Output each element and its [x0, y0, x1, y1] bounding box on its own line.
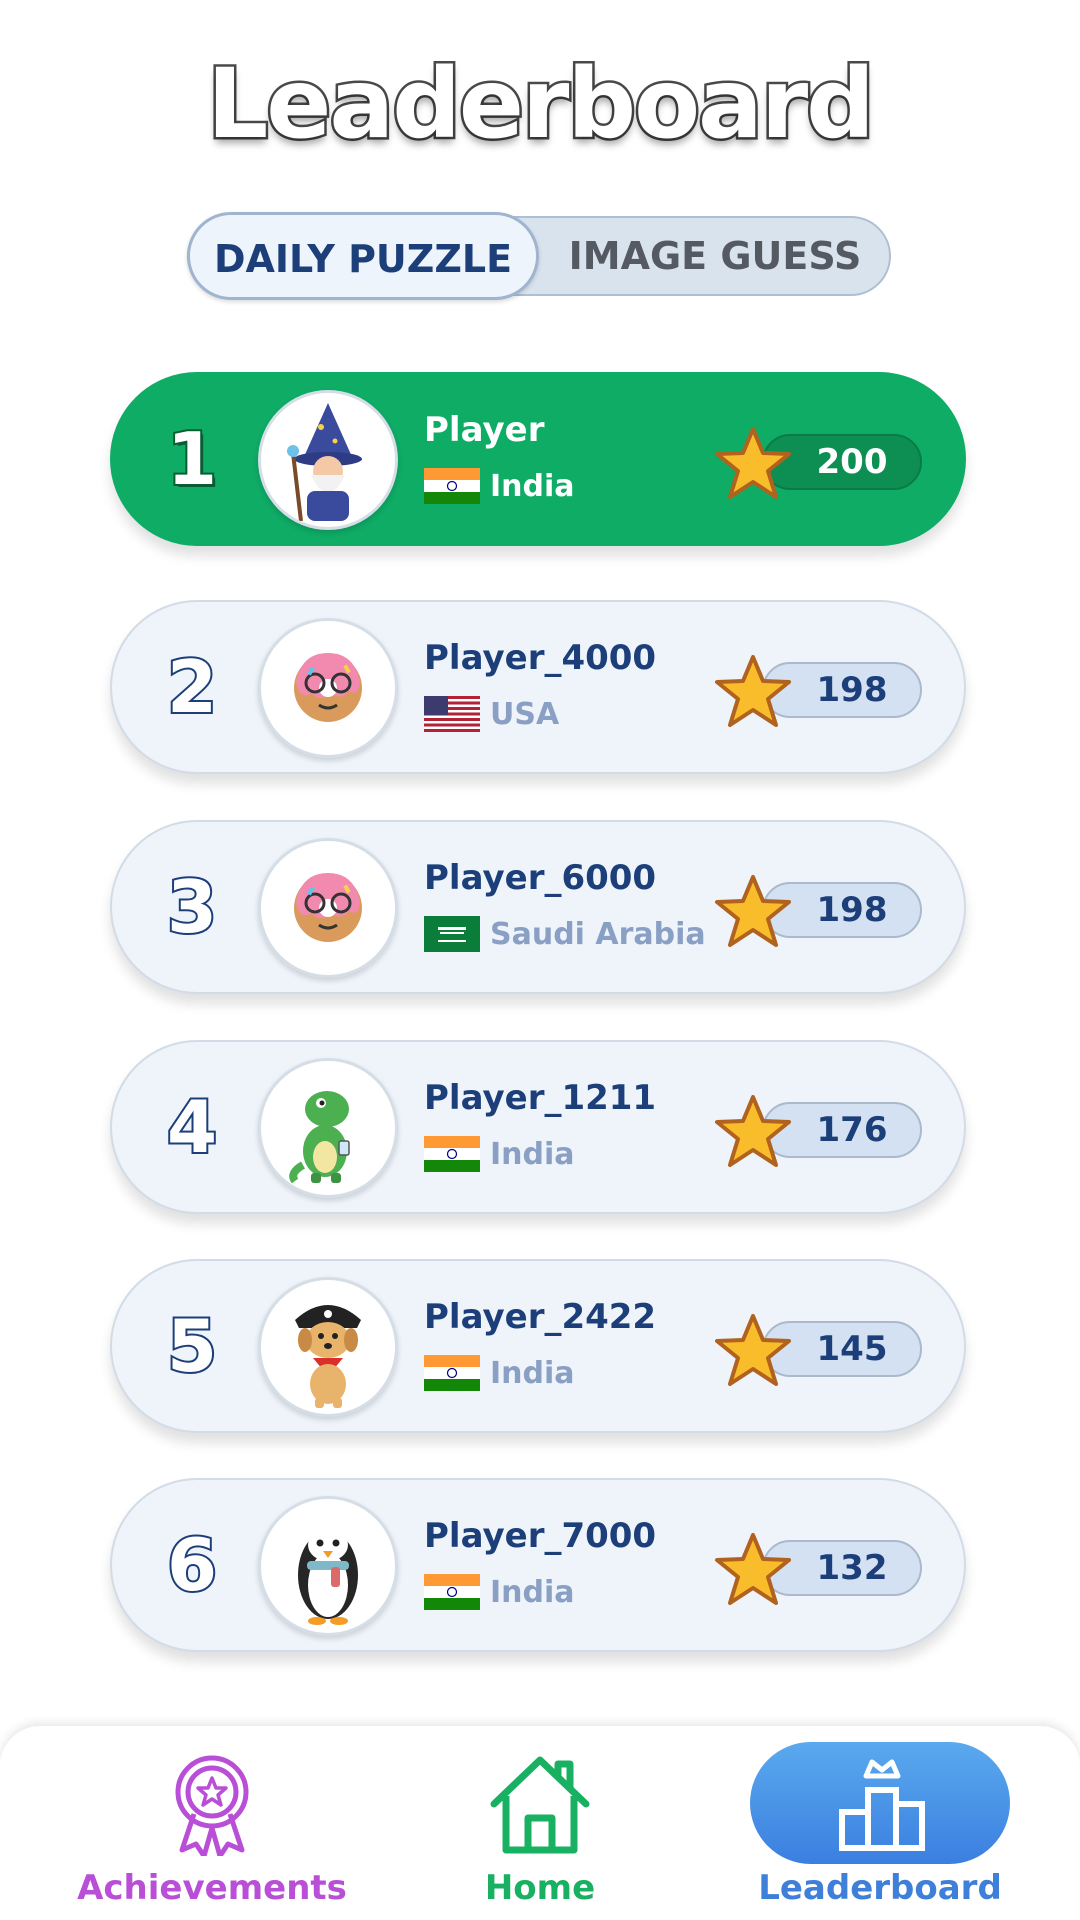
- score-value: 176: [816, 1110, 888, 1150]
- country-name: USA: [490, 696, 560, 732]
- player-country: India: [424, 466, 575, 506]
- rank-number: 3: [165, 863, 219, 951]
- wizard-avatar: [258, 390, 398, 530]
- india-flag-icon: [424, 1574, 480, 1610]
- score-value: 198: [816, 890, 888, 930]
- penguin-avatar: [258, 1496, 398, 1636]
- player-country: India: [424, 1353, 575, 1393]
- home-icon: [490, 1756, 590, 1854]
- nav-achievements[interactable]: Achievements: [62, 1726, 362, 1920]
- india-flag-icon: [424, 1355, 480, 1391]
- leaderboard-row[interactable]: 4 Player_1211 India 176: [110, 1040, 966, 1214]
- usa-flag-icon: [424, 696, 480, 732]
- leaderboard-tab-switcher: DAILY PUZZLE IMAGE GUESS: [187, 212, 891, 300]
- leaderboard-row[interactable]: 1 Player India 200: [110, 372, 966, 546]
- player-name: Player_2422: [424, 1297, 657, 1337]
- india-flag-icon: [424, 468, 480, 504]
- leaderboard-row[interactable]: 6 Player_7000 India 132: [110, 1478, 966, 1652]
- donut-avatar: [258, 838, 398, 978]
- player-name: Player_7000: [424, 1516, 657, 1556]
- leaderboard-row[interactable]: 2 Player_4000 USA 198: [110, 600, 966, 774]
- dinosaur-avatar: [258, 1058, 398, 1198]
- rank-number: 4: [165, 1083, 219, 1171]
- rank-number: 2: [165, 643, 219, 731]
- country-name: India: [490, 1136, 575, 1172]
- star-icon: [715, 655, 791, 727]
- nav-leaderboard[interactable]: Leaderboard: [730, 1726, 1030, 1920]
- country-name: India: [490, 468, 575, 504]
- india-flag-icon: [424, 1136, 480, 1172]
- rank-number: 6: [165, 1521, 219, 1609]
- page-title: Leaderboard: [205, 46, 878, 163]
- star-icon: [715, 1533, 791, 1605]
- player-name: Player_1211: [424, 1078, 657, 1118]
- star-icon: [715, 427, 791, 499]
- star-icon: [715, 1314, 791, 1386]
- nav-label-leaderboard: Leaderboard: [758, 1868, 1002, 1908]
- player-country: Saudi Arabia: [424, 914, 706, 954]
- podium-icon: [839, 1759, 925, 1851]
- player-name: Player_4000: [424, 638, 657, 678]
- player-name: Player: [424, 410, 545, 450]
- nav-label-home: Home: [484, 1868, 596, 1908]
- pirate-dog-avatar: [258, 1277, 398, 1417]
- tab-image-guess[interactable]: IMAGE GUESS: [539, 218, 891, 294]
- score-value: 200: [816, 442, 888, 482]
- rank-number: 5: [165, 1302, 219, 1390]
- medal-icon: [175, 1755, 249, 1856]
- star-icon: [715, 1095, 791, 1167]
- country-name: India: [490, 1574, 575, 1610]
- player-country: India: [424, 1134, 575, 1174]
- nav-label-achievements: Achievements: [77, 1868, 347, 1908]
- score-value: 198: [816, 670, 888, 710]
- player-country: USA: [424, 694, 559, 734]
- rank-number: 1: [165, 415, 219, 503]
- score-value: 132: [816, 1548, 888, 1588]
- nav-home[interactable]: Home: [390, 1726, 690, 1920]
- score-value: 145: [816, 1329, 888, 1369]
- player-country: India: [424, 1572, 575, 1612]
- tab-daily-puzzle[interactable]: DAILY PUZZLE: [187, 212, 539, 300]
- donut-avatar: [258, 618, 398, 758]
- star-icon: [715, 875, 791, 947]
- country-name: Saudi Arabia: [490, 916, 706, 952]
- player-name: Player_6000: [424, 858, 657, 898]
- leaderboard-row[interactable]: 3 Player_6000 Saudi Arabia 198: [110, 820, 966, 994]
- saudi-arabia-flag-icon: [424, 916, 480, 952]
- leaderboard-row[interactable]: 5 Player_2422 India 145: [110, 1259, 966, 1433]
- country-name: India: [490, 1355, 575, 1391]
- bottom-navigation: Achievements Home Leaderboard: [0, 1726, 1080, 1920]
